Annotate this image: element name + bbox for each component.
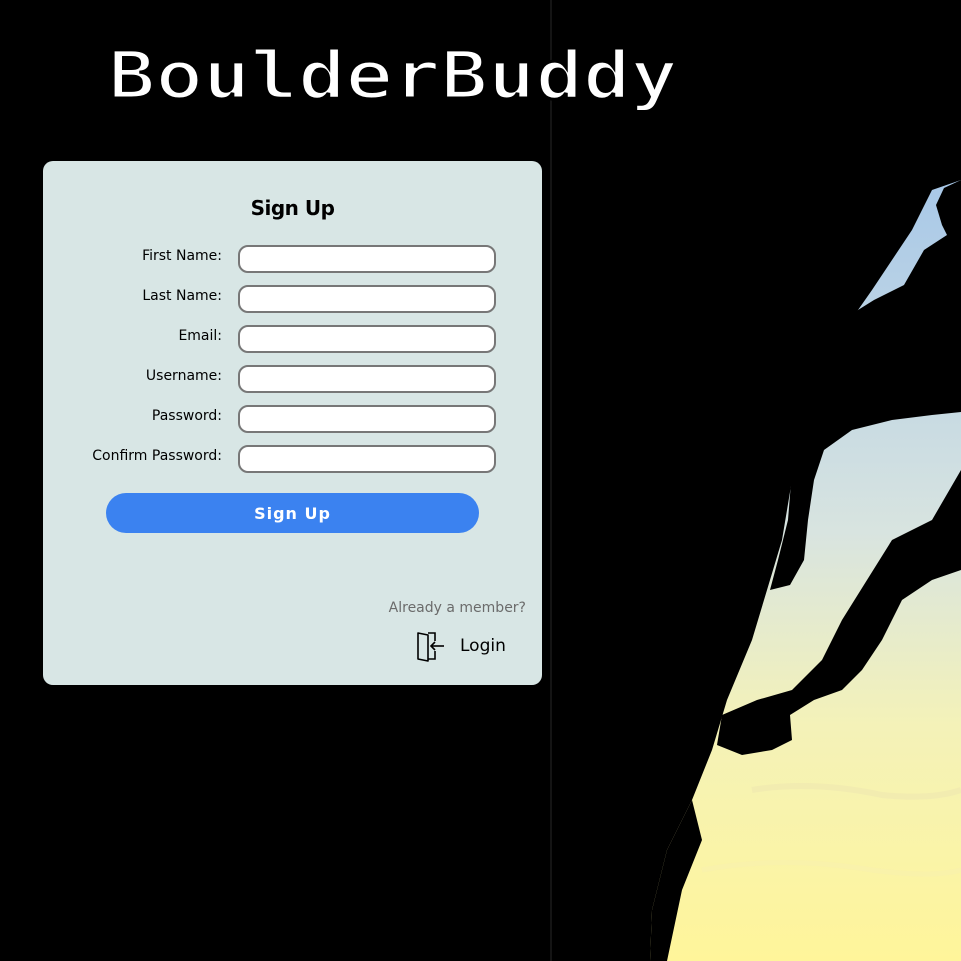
hero-climber-image — [552, 0, 961, 961]
last-name-input[interactable] — [238, 285, 496, 313]
sign-up-button[interactable]: Sign Up — [106, 493, 479, 533]
username-label: Username: — [145, 368, 222, 384]
logo-text: BoulderBuddy — [108, 37, 678, 114]
brand-logo: BoulderBuddy — [100, 28, 700, 128]
confirm-password-input[interactable] — [238, 445, 496, 473]
confirm-password-label: Confirm Password: — [92, 448, 222, 464]
password-input[interactable] — [238, 405, 496, 433]
first-name-input[interactable] — [238, 245, 496, 273]
login-link[interactable]: Login — [414, 630, 506, 662]
vertical-divider — [550, 0, 552, 961]
signup-title: Sign Up — [250, 196, 335, 220]
login-label[interactable]: Login — [460, 636, 506, 656]
email-input[interactable] — [238, 325, 496, 353]
signup-page: BoulderBuddy Sign Up First Name: Last Na… — [0, 0, 961, 961]
username-input[interactable] — [238, 365, 496, 393]
email-label: Email: — [178, 328, 222, 344]
last-name-label: Last Name: — [142, 288, 222, 304]
already-member-text: Already a member? — [388, 600, 526, 616]
first-name-label: First Name: — [142, 248, 222, 264]
door-enter-icon — [414, 630, 446, 662]
password-label: Password: — [151, 408, 222, 424]
